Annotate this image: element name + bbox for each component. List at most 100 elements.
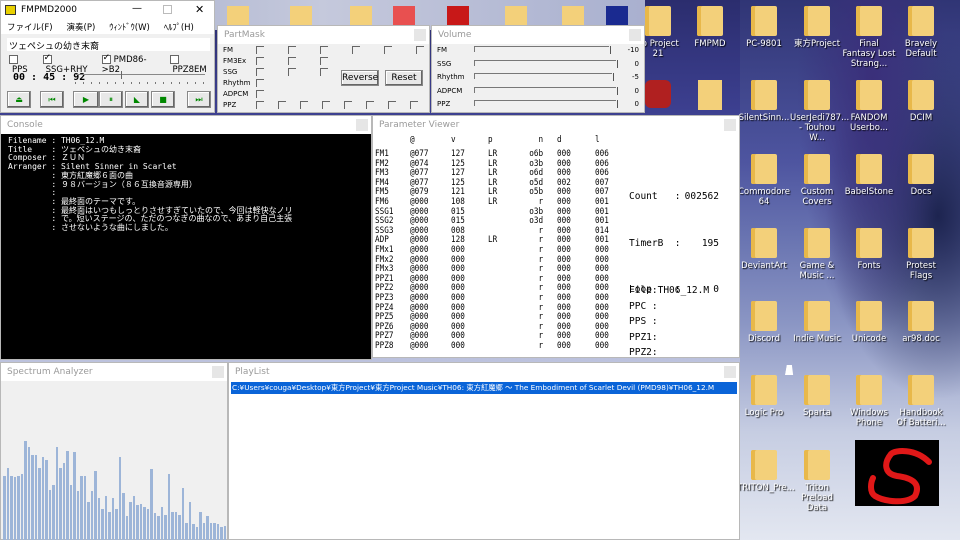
desktop-icon[interactable]: DeviantArt [737, 228, 791, 271]
partmask-checkbox[interactable] [384, 46, 392, 54]
desktop-icon-partial[interactable] [290, 6, 312, 26]
next-button[interactable]: ⏭ [187, 91, 211, 108]
desktop-icon-partial[interactable] [393, 6, 415, 26]
desktop-icon[interactable]: Logic Pro [737, 375, 791, 418]
volume-thumb[interactable] [616, 100, 618, 108]
partmask-checkbox[interactable] [288, 46, 296, 54]
volume-thumb[interactable] [616, 59, 618, 68]
partmask-checkbox[interactable] [300, 101, 308, 109]
desktop-icon[interactable]: UserJedi787... - Touhou W... [790, 80, 849, 143]
desktop-icon-partial[interactable] [227, 6, 249, 26]
desktop-icon[interactable]: BabelStone [842, 154, 896, 197]
desktop-icon[interactable]: FMPMD [683, 6, 737, 49]
desktop-icon[interactable]: 東方Project [790, 6, 844, 49]
desktop-icon-partial[interactable] [562, 6, 584, 26]
zip-folder-icon[interactable] [698, 80, 722, 110]
close-button[interactable] [724, 366, 736, 378]
desktop-icon-partial[interactable] [447, 6, 469, 26]
partmask-checkbox[interactable] [288, 57, 296, 65]
desktop-icon[interactable]: Unicode [842, 301, 896, 344]
partmask-checkbox[interactable] [320, 68, 328, 76]
partmask-checkbox[interactable] [256, 57, 264, 65]
close-button[interactable] [212, 366, 224, 378]
checkbox[interactable] [42, 53, 52, 64]
desktop-icon-partial[interactable] [350, 6, 372, 26]
desktop-icon[interactable]: PC-9801 [737, 6, 791, 49]
option-ppz8em[interactable]: PPZ8EM [169, 55, 214, 75]
volume-slider[interactable] [474, 100, 618, 108]
partmask-checkbox[interactable] [410, 101, 418, 109]
partmask-checkbox[interactable] [288, 68, 296, 76]
close-button[interactable]: ✕ [195, 3, 204, 16]
partmask-checkbox[interactable] [322, 101, 330, 109]
volume-thumb[interactable] [612, 73, 614, 81]
desktop-icon[interactable]: Protest Flags [894, 228, 948, 281]
seek-slider[interactable] [75, 71, 205, 84]
desktop-icon[interactable]: Windows Phone [842, 375, 896, 428]
volume-thumb[interactable] [616, 86, 618, 95]
volume-slider[interactable] [474, 59, 618, 68]
pause-button[interactable]: ⏸ [99, 91, 123, 108]
close-button[interactable] [629, 29, 641, 41]
checkbox[interactable] [169, 55, 179, 64]
desktop-icon[interactable]: Game & Music ... [790, 228, 844, 281]
slow-button[interactable]: ◣ [125, 91, 149, 108]
partmask-checkbox[interactable] [256, 101, 264, 109]
option-pmd86-b2[interactable]: PMD86->B2 [101, 53, 163, 75]
desktop-icon-partial[interactable] [505, 6, 527, 26]
partmask-checkbox[interactable] [256, 46, 264, 54]
eject-button[interactable]: ⏏ [7, 91, 31, 108]
partmask-checkbox[interactable] [320, 57, 328, 65]
title-bar[interactable]: FMPMD2000 — ✕ [1, 1, 214, 19]
close-button[interactable] [724, 119, 736, 131]
volume-slider[interactable] [474, 73, 614, 81]
desktop-icon[interactable]: Custom Covers [790, 154, 844, 207]
desktop-icon[interactable]: Commodore 64 [737, 154, 791, 207]
stop-button[interactable]: ■ [151, 91, 175, 108]
menu-item[interactable]: 演奏(P) [67, 21, 96, 33]
desktop-icon[interactable]: ar98.doc [894, 301, 948, 344]
minimize-button[interactable]: — [132, 3, 142, 14]
desktop-icon[interactable]: Indie Music [790, 301, 844, 344]
partmask-checkbox[interactable] [256, 68, 264, 76]
desktop-icon[interactable]: Handbook Of Batteri... [894, 375, 948, 428]
partmask-checkbox[interactable] [256, 90, 264, 98]
partmask-checkbox[interactable] [366, 101, 374, 109]
partmask-checkbox[interactable] [388, 101, 396, 109]
close-button[interactable] [356, 119, 368, 131]
checkbox[interactable] [9, 55, 18, 64]
checkbox[interactable] [101, 53, 111, 64]
desktop-icon[interactable]: Fonts [842, 228, 896, 271]
volume-slider[interactable] [474, 86, 618, 95]
desktop-icon[interactable]: Discord [737, 301, 791, 344]
menu-item[interactable]: ファイル(F) [7, 21, 53, 33]
desktop-icon[interactable]: DCIM [894, 80, 948, 123]
volume-slider[interactable] [474, 46, 611, 54]
reverse-button[interactable]: Reverse [341, 70, 379, 86]
desktop-icon[interactable]: TRITON_Pre... [737, 450, 795, 493]
volume-thumb[interactable] [609, 46, 611, 54]
partmask-checkbox[interactable] [416, 46, 424, 54]
maximize-button[interactable] [163, 5, 172, 14]
desktop-icon[interactable]: Triton Preload Data [790, 450, 844, 513]
partmask-checkbox[interactable] [352, 46, 360, 54]
desktop-icon[interactable]: SilentSinn... [737, 80, 791, 123]
desktop-icon[interactable]: Docs [894, 154, 948, 197]
playlist-item[interactable]: C:¥Users¥couga¥Desktop¥東方Project¥東方Proje… [231, 382, 737, 394]
partmask-checkbox[interactable] [278, 101, 286, 109]
menu-item[interactable]: ﾍﾙﾌﾟ(H) [164, 21, 194, 33]
partmask-checkbox[interactable] [320, 46, 328, 54]
play-button[interactable]: ▶ [73, 91, 99, 108]
desktop-icon[interactable]: FANDOM Userbo... [842, 80, 896, 133]
desktop-icon-partial[interactable] [606, 6, 628, 26]
prev-button[interactable]: ⏮ [40, 91, 64, 108]
close-button[interactable] [414, 29, 426, 41]
seek-thumb[interactable] [118, 71, 122, 79]
partmask-checkbox[interactable] [344, 101, 352, 109]
owl-icon[interactable] [645, 80, 671, 108]
menu-item[interactable]: ｳｨﾝﾄﾞｳ(W) [109, 21, 150, 33]
desktop-icon[interactable]: Sparta [790, 375, 844, 418]
desktop-icon[interactable]: Final Fantasy Lost Strang... [842, 6, 896, 69]
reset-button[interactable]: Reset [385, 70, 423, 86]
desktop-icon[interactable]: Bravely Default [894, 6, 948, 59]
